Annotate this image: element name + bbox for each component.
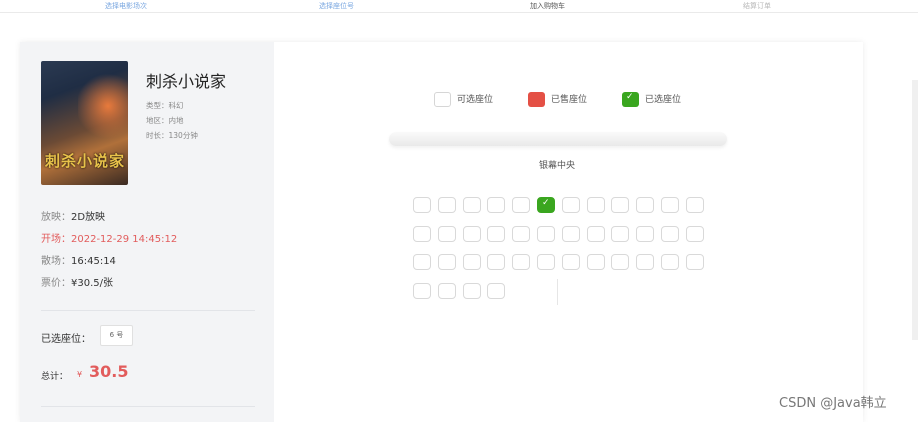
seat-available[interactable] bbox=[462, 282, 481, 299]
end-label: 散场： bbox=[41, 256, 71, 267]
showing-end: 散场：16:45:14 bbox=[41, 252, 116, 267]
legend-selected: 已选座位 bbox=[622, 92, 681, 107]
seat-available[interactable] bbox=[636, 225, 655, 242]
total-price: 30.5 bbox=[89, 362, 129, 381]
selected-seat-label: 已选座位： bbox=[41, 334, 91, 345]
seat-available[interactable] bbox=[661, 197, 679, 213]
legend-available: 可选座位 bbox=[434, 92, 493, 107]
divider bbox=[41, 406, 255, 407]
seat-available[interactable] bbox=[487, 282, 506, 299]
seat-available[interactable] bbox=[661, 254, 679, 270]
seat-available[interactable] bbox=[462, 225, 481, 242]
seat-available[interactable] bbox=[437, 254, 456, 270]
seat-available[interactable] bbox=[611, 197, 630, 213]
legend-sold-label: 已售座位 bbox=[551, 95, 588, 105]
movie-type-value: 科幻 bbox=[168, 101, 184, 110]
seat-available[interactable] bbox=[413, 225, 431, 242]
seat-available[interactable] bbox=[636, 254, 655, 270]
price-label: 票价： bbox=[41, 278, 71, 289]
poster-glow bbox=[78, 71, 128, 141]
seat-available[interactable] bbox=[586, 197, 605, 213]
seat-available[interactable] bbox=[437, 197, 456, 213]
end-value: 16:45:14 bbox=[71, 256, 116, 267]
movie-poster: 刺杀小说家 bbox=[41, 61, 128, 185]
seat-available[interactable] bbox=[537, 254, 555, 270]
seat-available[interactable] bbox=[561, 254, 580, 270]
available-seat-icon bbox=[434, 92, 451, 107]
seat-available[interactable] bbox=[487, 197, 506, 213]
seat-available[interactable] bbox=[413, 197, 431, 213]
movie-type: 类型：科幻 bbox=[146, 100, 184, 111]
seat-available[interactable] bbox=[611, 225, 630, 242]
page-scrollbar[interactable] bbox=[912, 80, 918, 340]
screen-label: 银幕中央 bbox=[539, 161, 576, 171]
seat-available[interactable] bbox=[487, 225, 506, 242]
legend-selected-label: 已选座位 bbox=[645, 95, 682, 105]
movie-region-label: 地区： bbox=[146, 116, 169, 125]
watermark: CSDN @Java韩立 bbox=[779, 396, 887, 411]
version-value: 2D放映 bbox=[71, 212, 106, 223]
seat-available[interactable] bbox=[512, 254, 531, 270]
seat-available[interactable] bbox=[636, 197, 655, 213]
seat-available[interactable] bbox=[561, 225, 580, 242]
price-value: ¥30.5/张 bbox=[71, 278, 113, 289]
seat-available[interactable] bbox=[437, 225, 456, 242]
step-select-seat[interactable]: 选择座位号 bbox=[319, 1, 354, 11]
movie-region-value: 内地 bbox=[168, 116, 184, 125]
step-select-showtime[interactable]: 选择电影场次 bbox=[105, 1, 147, 11]
legend-available-label: 可选座位 bbox=[457, 95, 494, 105]
seat-available[interactable] bbox=[561, 197, 580, 213]
movie-duration-label: 时长： bbox=[146, 131, 169, 140]
seat-selected[interactable] bbox=[537, 197, 555, 213]
poster-title: 刺杀小说家 bbox=[45, 152, 126, 170]
seat-available[interactable] bbox=[512, 225, 531, 242]
total-currency: ¥ bbox=[77, 370, 83, 379]
movie-info-panel: 刺杀小说家 刺杀小说家 类型：科幻 地区：内地 时长：130分钟 放映：2D放映… bbox=[20, 42, 274, 422]
start-label: 开场： bbox=[41, 234, 71, 245]
start-value: 2022-12-29 14:45:12 bbox=[71, 234, 178, 245]
sold-seat-icon bbox=[528, 92, 545, 107]
seat-available[interactable] bbox=[413, 254, 431, 270]
showing-version: 放映：2D放映 bbox=[41, 208, 105, 223]
total-label: 总计： bbox=[41, 372, 69, 382]
step-checkout: 结算订单 bbox=[743, 2, 771, 10]
seat-available[interactable] bbox=[487, 254, 506, 270]
seat-available[interactable] bbox=[537, 225, 555, 242]
seat-available[interactable] bbox=[586, 254, 605, 270]
showing-price: 票价：¥30.5/张 bbox=[41, 274, 113, 289]
seat-available[interactable] bbox=[685, 225, 704, 242]
movie-title: 刺杀小说家 bbox=[146, 72, 227, 91]
seat-available[interactable] bbox=[611, 254, 630, 270]
movie-duration: 时长：130分钟 bbox=[146, 130, 198, 141]
booking-card: 刺杀小说家 刺杀小说家 类型：科幻 地区：内地 时长：130分钟 放映：2D放映… bbox=[20, 42, 863, 422]
showing-start: 开场：2022-12-29 14:45:12 bbox=[41, 230, 177, 245]
seat-available[interactable] bbox=[586, 225, 605, 242]
seat-available[interactable] bbox=[685, 254, 704, 270]
seat-available[interactable] bbox=[661, 225, 679, 242]
movie-duration-value: 130分钟 bbox=[168, 131, 198, 140]
movie-type-label: 类型： bbox=[146, 101, 169, 110]
legend-sold: 已售座位 bbox=[528, 92, 587, 107]
progress-steps: 选择电影场次 选择座位号 加入购物车 结算订单 bbox=[0, 0, 918, 13]
aisle-divider bbox=[557, 279, 558, 305]
seat-available[interactable] bbox=[437, 282, 456, 299]
seat-available[interactable] bbox=[413, 282, 431, 299]
step-add-to-cart: 加入购物车 bbox=[530, 2, 565, 10]
seat-available[interactable] bbox=[685, 197, 704, 213]
seat-available[interactable] bbox=[462, 197, 481, 213]
selected-seat-icon bbox=[622, 92, 639, 107]
seat-available[interactable] bbox=[462, 254, 481, 270]
seat-available[interactable] bbox=[512, 197, 531, 213]
divider bbox=[41, 310, 255, 311]
selected-seat-tag[interactable]: 6 号 bbox=[100, 325, 133, 346]
movie-region: 地区：内地 bbox=[146, 115, 184, 126]
cinema-screen bbox=[389, 132, 727, 146]
version-label: 放映： bbox=[41, 212, 71, 223]
